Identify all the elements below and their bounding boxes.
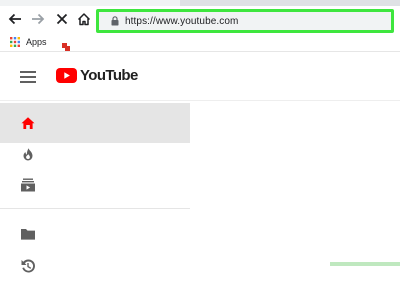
subscriptions-icon — [21, 178, 35, 192]
home-outline-icon — [77, 13, 91, 26]
youtube-play-icon — [56, 68, 77, 83]
bookmark-apps-label: Apps — [26, 37, 47, 47]
trending-fire-icon — [23, 148, 33, 161]
main-content — [190, 101, 400, 266]
address-bar[interactable]: https://www.youtube.com — [96, 9, 394, 33]
arrow-left-icon — [8, 13, 21, 25]
browser-toolbar: https://www.youtube.com — [0, 6, 400, 33]
forward-button[interactable] — [30, 11, 46, 27]
guide-menu-button[interactable] — [20, 71, 36, 83]
back-button[interactable] — [7, 11, 23, 27]
hamburger-icon-bar — [20, 76, 36, 78]
apps-grid-icon — [10, 37, 20, 47]
guide-sidebar — [0, 101, 190, 273]
hamburger-icon-bar — [20, 81, 36, 83]
arrow-right-icon — [32, 13, 45, 25]
hamburger-icon — [20, 71, 36, 73]
home-button[interactable] — [76, 11, 92, 27]
youtube-wordmark: YouTube — [80, 67, 138, 84]
youtube-masthead: YouTube — [0, 52, 400, 101]
bookmark-apps[interactable]: Apps — [10, 37, 47, 47]
bookmark-favicon-icon — [62, 43, 70, 51]
home-icon — [21, 117, 35, 129]
history-icon — [21, 259, 35, 273]
url-text: https://www.youtube.com — [125, 15, 239, 27]
sidebar-divider — [0, 208, 190, 209]
lock-icon — [111, 16, 119, 26]
stop-loading-button[interactable] — [54, 11, 70, 27]
youtube-logo[interactable]: YouTube — [56, 67, 138, 84]
bookmarks-bar: Apps — [0, 33, 400, 52]
sidebar-item-history[interactable] — [0, 246, 190, 286]
sidebar-item-subscriptions[interactable] — [0, 165, 190, 205]
library-folder-icon — [21, 229, 35, 240]
highlight-edge — [330, 262, 400, 266]
close-icon — [56, 13, 68, 25]
